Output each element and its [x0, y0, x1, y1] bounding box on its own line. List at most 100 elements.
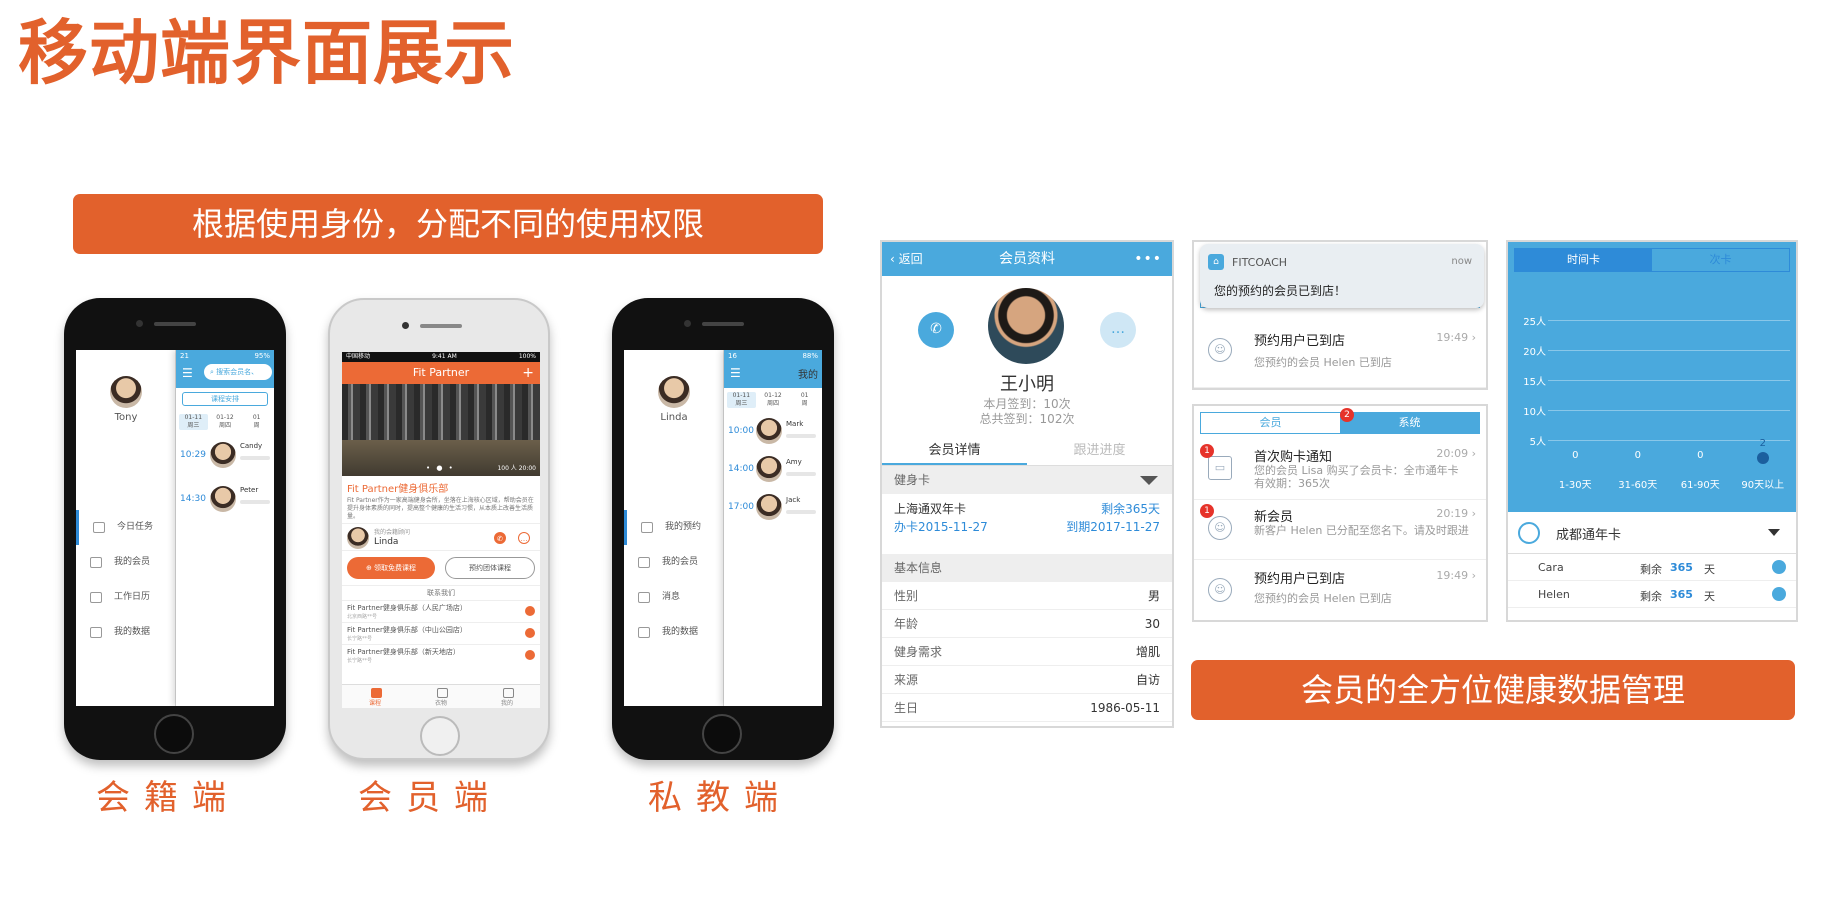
menu-label: 我的预约: [665, 522, 702, 532]
chevron-down-icon: [1140, 476, 1158, 485]
member-row[interactable]: Cara 剩余 365 天: [1508, 554, 1796, 581]
visitor-count: 100 人 20:00: [497, 465, 536, 472]
slot-time: 10:00: [728, 426, 754, 436]
info-label: 生日: [894, 701, 919, 715]
member-row[interactable]: Helen 剩余 365 天: [1508, 581, 1796, 608]
phone-icon[interactable]: [525, 650, 535, 660]
advisor-row[interactable]: 我的会籍顾问 Linda ✆ …: [342, 523, 540, 551]
date-item[interactable]: 01 周: [790, 392, 819, 408]
menu-item-my-members[interactable]: 我的会员: [76, 545, 176, 580]
menu-icon[interactable]: ☰: [182, 366, 193, 380]
menu-item-my-data[interactable]: 我的数据: [76, 615, 176, 650]
menu-item-my-data[interactable]: 我的数据: [624, 615, 724, 650]
info-label: 性别: [894, 589, 919, 603]
plus-icon[interactable]: +: [522, 362, 534, 384]
avatar[interactable]: [658, 376, 690, 408]
tab-time-card[interactable]: 时间卡: [1515, 249, 1652, 271]
menu-item-work-calendar[interactable]: 工作日历: [76, 580, 176, 615]
card-selector[interactable]: 成都通年卡: [1508, 512, 1796, 554]
time-text: 20:09: [1436, 447, 1469, 460]
info-value: 30: [1144, 616, 1160, 631]
back-label: 返回: [898, 252, 923, 266]
message-item[interactable]: ☺ 预约用户已到店 19:49 › 您预约的会员 Helen 已到店: [1194, 560, 1486, 620]
branch-item[interactable]: Fit Partner健身俱乐部（新天地店） 长宁路**号: [342, 644, 540, 666]
time-text: 20:19: [1436, 507, 1469, 520]
phone-icon[interactable]: ✆: [918, 312, 954, 348]
clock-icon: [1518, 522, 1540, 544]
phone-icon[interactable]: [1772, 560, 1786, 574]
home-button[interactable]: [154, 714, 194, 754]
message-item[interactable]: ☺ 1 新会员 20:19 › 新客户 Helen 已分配至您名下。请及时跟进: [1194, 500, 1486, 560]
phone-icon[interactable]: ✆: [494, 532, 506, 544]
carousel-dots: • ● •: [426, 464, 455, 472]
section-fitness-card[interactable]: 健身卡: [882, 466, 1172, 494]
info-value: 增肌: [1135, 645, 1160, 659]
menu-icon[interactable]: ☰: [730, 366, 741, 380]
chat-icon[interactable]: …: [518, 532, 530, 544]
tab-mine[interactable]: 我的: [474, 685, 540, 708]
unread-badge: 2: [1340, 408, 1354, 422]
menu-item-today-tasks[interactable]: 今日任务: [76, 510, 176, 545]
date-item[interactable]: 01-11 周三: [179, 414, 208, 430]
data-point[interactable]: [1756, 452, 1769, 464]
gym-photo[interactable]: • ● • 100 人 20:00: [342, 384, 540, 476]
back-button[interactable]: ‹ 返回: [890, 242, 923, 276]
tab-follow-progress[interactable]: 跟进进度: [1027, 436, 1172, 465]
home-button[interactable]: [420, 716, 460, 756]
message-item[interactable]: ☺ 预约用户已到店 19:49 › 您预约的会员 Helen 已到店: [1194, 318, 1486, 388]
push-notification[interactable]: ⌂ FITCOACH now 您的预约的会员已到店！: [1200, 244, 1484, 308]
phone-icon[interactable]: [525, 628, 535, 638]
date-day: 01-11: [732, 392, 751, 399]
menu-item-my-appointments[interactable]: 我的预约: [624, 510, 724, 545]
date-day: 01-12: [764, 392, 782, 399]
date-week: 周三: [735, 400, 748, 407]
date-day: 01-11: [184, 414, 203, 421]
month-checkin: 本月签到：10次: [983, 397, 1071, 411]
battery: 95%: [254, 352, 270, 360]
header-title: 我的: [798, 370, 818, 381]
menu-item-my-members[interactable]: 我的会员: [624, 545, 724, 580]
chart-icon: [638, 627, 650, 638]
schedule-item[interactable]: 14:00 Amy: [724, 450, 822, 488]
date-item[interactable]: 01-12 周四: [759, 392, 788, 408]
segment-system[interactable]: 系统: [1340, 413, 1479, 433]
chat-icon[interactable]: …: [1100, 312, 1136, 348]
phone-icon[interactable]: [1772, 587, 1786, 601]
phone-icon[interactable]: [525, 606, 535, 616]
home-button[interactable]: [702, 714, 742, 754]
tab-bar: 课程 衣物 我的: [342, 684, 540, 708]
tab-member-detail[interactable]: 会员详情: [882, 436, 1027, 465]
date-item[interactable]: 01 周: [242, 414, 271, 430]
app-title: Fit Partner: [412, 366, 470, 379]
tab-clothing[interactable]: 衣物: [408, 685, 474, 708]
schedule-item[interactable]: 14:30 Peter: [176, 478, 274, 522]
status-bar: 21 95%: [176, 350, 274, 362]
free-course-button[interactable]: ⊕ 领取免费课程: [347, 557, 435, 579]
course-schedule-button[interactable]: 课程安排: [182, 392, 268, 406]
tab-count-card[interactable]: 次卡: [1652, 249, 1789, 271]
placeholder-line: [240, 456, 270, 460]
branch-item[interactable]: Fit Partner健身俱乐部（中山公园店） 长宁路**号: [342, 622, 540, 644]
branch-item[interactable]: Fit Partner健身俱乐部（人民广场店） 北京西路**号: [342, 600, 540, 622]
calendar-icon: [90, 592, 102, 603]
schedule-item[interactable]: 10:29 Candy: [176, 434, 274, 478]
date-item[interactable]: 01-12 周四: [211, 414, 240, 430]
search-input[interactable]: ⌕ 搜索会员名、: [204, 364, 272, 380]
users-icon: [638, 557, 650, 568]
schedule-item[interactable]: 10:00 Mark: [724, 412, 822, 450]
status-time: 9:41 AM: [432, 353, 457, 360]
avatar[interactable]: [110, 376, 142, 408]
calendar-icon: [641, 522, 653, 533]
group-course-button[interactable]: 预约团体课程: [445, 557, 535, 579]
drawer-menu: 今日任务 我的会员 工作日历 我的数据: [76, 510, 176, 650]
date-item[interactable]: 01-11 周三: [727, 392, 756, 408]
more-icon[interactable]: •••: [1134, 242, 1162, 276]
info-row: 来源 自访: [882, 666, 1172, 694]
unread-badge: 1: [1200, 504, 1214, 518]
tab-course[interactable]: 课程: [342, 685, 408, 708]
schedule-item[interactable]: 17:00 Jack: [724, 488, 822, 526]
caption-sales: 会籍端: [96, 778, 240, 818]
menu-item-messages[interactable]: 消息: [624, 580, 724, 615]
message-item[interactable]: ▭ 1 首次购卡通知 20:09 › 您的会员 Lisa 购买了会员卡：全市通年…: [1194, 440, 1486, 500]
segment-member[interactable]: 会员: [1201, 413, 1340, 433]
